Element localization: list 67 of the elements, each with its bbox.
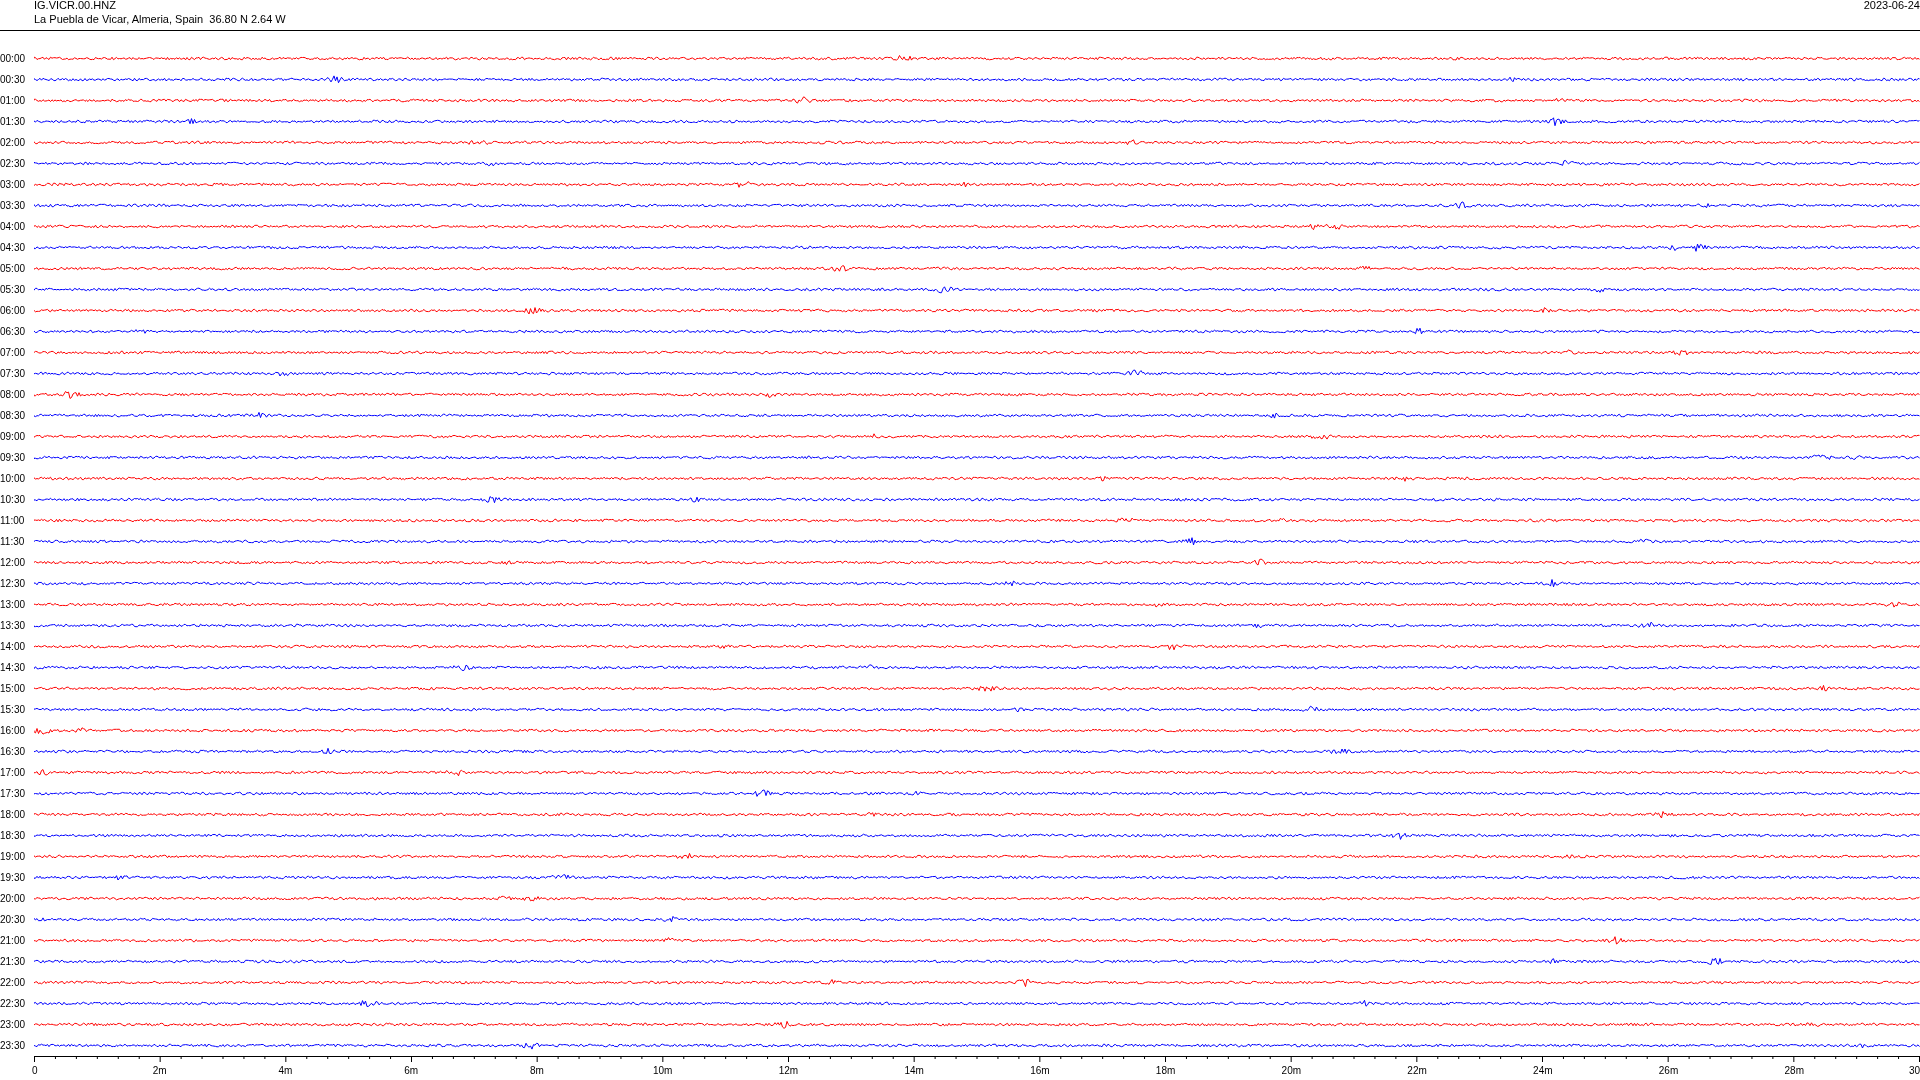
time-label: 10:00 [0,473,27,484]
time-label: 02:30 [0,158,27,169]
time-label: 03:30 [0,200,27,211]
time-label: 19:30 [0,872,27,883]
time-label: 04:30 [0,242,27,253]
axis-tick-label: 8m [529,1065,544,1077]
time-label: 15:00 [0,683,27,694]
time-label: 08:00 [0,389,27,400]
axis-tick-label: 16m [1030,1065,1050,1077]
time-label: 18:30 [0,830,27,841]
station-code: IG.VICR.00.HNZ [34,0,117,12]
time-label: 06:00 [0,305,27,316]
time-label: 14:00 [0,641,27,652]
time-label: 12:00 [0,557,27,568]
time-label: 21:30 [0,956,27,967]
axis-tick-label: 14m [904,1065,924,1077]
axis-tick-label: 20m [1281,1065,1302,1077]
time-label: 07:30 [0,368,27,379]
time-label: 16:30 [0,746,27,757]
time-label: 00:30 [0,74,27,85]
time-label: 11:00 [0,515,26,526]
time-label: 20:00 [0,893,27,904]
time-label: 16:00 [0,725,27,736]
axis-tick-label: 18m [1155,1065,1176,1077]
axis-tick-label: 28m [1784,1065,1804,1077]
time-label: 09:30 [0,452,27,463]
time-label: 23:30 [0,1040,27,1051]
time-label: 21:00 [0,935,27,946]
axis-tick-label: 0 [32,1065,38,1077]
time-label: 11:30 [0,536,26,547]
time-label: 18:00 [0,809,27,820]
time-label: 10:30 [0,494,27,505]
time-label: 15:30 [0,704,27,715]
station-location: La Puebla de Vicar, Almeria, Spain 36.80 N 2.64 W [34,12,286,26]
axis-tick-label: 22m [1407,1065,1427,1077]
axis-tick-label: 26m [1658,1065,1679,1077]
time-label: 19:00 [0,851,27,862]
time-label: 09:00 [0,431,27,442]
time-label: 17:30 [0,788,27,799]
time-label: 17:00 [0,767,27,778]
axis-tick-label: 12m [778,1065,799,1077]
time-label: 03:00 [0,179,27,190]
time-label: 04:00 [0,221,27,232]
axis-tick-label: 30 [1908,1065,1920,1077]
time-label: 00:00 [0,53,27,64]
time-label: 02:00 [0,137,27,148]
time-label: 12:30 [0,578,27,589]
time-label: 01:00 [0,95,27,106]
time-label: 13:00 [0,599,27,610]
time-label: 23:00 [0,1019,27,1030]
time-label: 22:00 [0,977,27,988]
plot-date: 2023-06-24 [1863,0,1920,13]
time-label: 05:30 [0,284,27,295]
time-label: 13:30 [0,620,27,631]
time-label: 08:30 [0,410,27,421]
time-label: 06:30 [0,326,27,337]
time-label: 22:30 [0,998,27,1009]
time-label: 14:30 [0,662,27,673]
axis-tick-label: 24m [1533,1065,1553,1077]
axis-tick-label: 4m [278,1065,293,1077]
axis-tick-label: 2m [152,1065,167,1077]
time-label: 05:00 [0,263,27,274]
time-label: 20:30 [0,914,27,925]
axis-tick-label: 6m [404,1065,419,1077]
time-label: 07:00 [0,347,27,358]
time-label: 01:30 [0,116,27,127]
axis-tick-label: 10m [652,1065,673,1077]
